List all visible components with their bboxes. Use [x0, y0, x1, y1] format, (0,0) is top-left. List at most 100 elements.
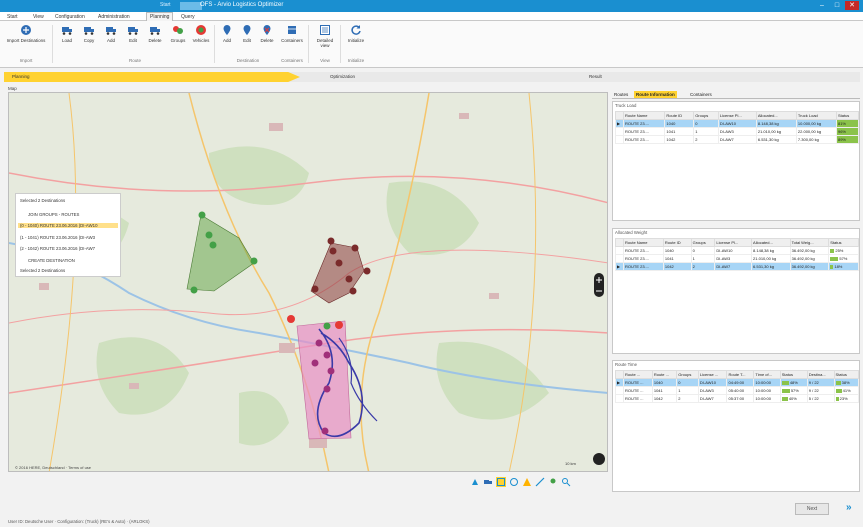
- workflow-bar: Planning Optimization Result: [4, 72, 860, 82]
- select-circle-icon[interactable]: [509, 477, 519, 487]
- marker-icon[interactable]: [548, 477, 558, 487]
- double-chevron-right-icon[interactable]: »: [846, 502, 852, 513]
- workflow-step-result[interactable]: Result: [589, 74, 602, 79]
- initialize-button[interactable]: Initialize: [344, 24, 368, 43]
- menu-query[interactable]: Query: [178, 13, 198, 21]
- truck-copy-icon: [84, 27, 94, 35]
- table-row[interactable]: ROUTE ... 1042 2 DI-AW7 05:37:00 10:00:00 40%…: [615, 394, 860, 403]
- status-bar-footer: User ID: Deutsche User · Configuration: …: [8, 519, 150, 524]
- destination-delete-button[interactable]: Delete: [258, 24, 276, 43]
- map-canvas[interactable]: [9, 93, 608, 472]
- route-groups-button[interactable]: Groups: [168, 24, 188, 43]
- destination-add-button[interactable]: Add: [218, 24, 236, 43]
- route-copy-button[interactable]: Copy: [80, 24, 98, 43]
- truck-load-icon: [62, 27, 72, 35]
- table-row[interactable]: ▶ ROUTE ... 1040 0 DI-AW10 04:49:00 10:00:00 4…: [615, 378, 860, 387]
- legend-route-0[interactable]: (0 - 1040) ROUTE 23.06.2016 (DI-AW10: [18, 223, 118, 228]
- route-vehicles-button[interactable]: Vehicles: [190, 24, 212, 43]
- table-row[interactable]: ROUTE 23.... 1040 0 DI-AW10 8.148,38 kg 36.49…: [615, 246, 859, 255]
- menu-start[interactable]: Start: [4, 13, 21, 21]
- table-row[interactable]: ROUTE 23.... 1042 2 DI-AW7 6.531,30 kg 7.300,…: [615, 135, 860, 144]
- pointer-icon[interactable]: [470, 477, 480, 487]
- truck-add-icon: [106, 27, 116, 35]
- menu-view[interactable]: View: [30, 13, 47, 21]
- table-row[interactable]: ▶ ROUTE 23.... 1042 2 DI-AW7 6.531,30 kg 36.49…: [615, 262, 859, 271]
- legend-route-1[interactable]: (1 - 1041) ROUTE 23.06.2016 (DI-AW3: [20, 235, 95, 240]
- group-label-containers: Containers: [281, 58, 303, 63]
- panel-tabs: Routes Route Information Containers: [612, 90, 860, 99]
- tab-route-information[interactable]: Route Information: [634, 91, 677, 98]
- menu-planning[interactable]: Planning: [146, 12, 174, 21]
- legend-header-join: JOIN GROUPS - ROUTES: [28, 212, 80, 217]
- table-row[interactable]: ROUTE ... 1041 1 DI-AW3 05:40:00 10:00:00 57%…: [615, 386, 860, 395]
- tab-routes[interactable]: Routes: [612, 91, 630, 98]
- allocated-weight-title: Allocated Weight: [615, 230, 648, 235]
- tab-containers[interactable]: Containers: [688, 91, 714, 98]
- destination-delete-icon: [263, 25, 271, 35]
- map-view[interactable]: Selected 2 Destinations JOIN GROUPS - RO…: [8, 92, 608, 472]
- legend-route-2[interactable]: (2 - 1042) ROUTE 23.06.2016 (DI-AW7: [20, 246, 95, 251]
- legend-row-selected-2[interactable]: Selected 2 Destinations: [20, 268, 65, 273]
- map-toolbar: [470, 477, 610, 489]
- search-icon[interactable]: [561, 477, 571, 487]
- group-separator: [52, 25, 53, 63]
- allocated-weight-section: Allocated Weight Route Name Route ID Gro…: [612, 228, 860, 354]
- status-bar: [830, 248, 835, 253]
- detailed-view-button[interactable]: Detailed view: [312, 24, 338, 48]
- menu-administration[interactable]: Administration: [95, 13, 133, 21]
- legend-row-selected[interactable]: Selected 2 Destinations: [20, 198, 65, 203]
- close-button[interactable]: ✕: [845, 1, 859, 10]
- group-label-destination: Destination: [236, 58, 260, 63]
- title-bar: Start OFS - Arvio Logistics Optimizer – …: [0, 0, 863, 12]
- group-separator: [214, 25, 215, 63]
- workflow-step-optimization[interactable]: Optimization: [330, 74, 355, 79]
- maximize-button[interactable]: □: [830, 1, 844, 10]
- truck-load-section: Truck Load Route Name Route ID Groups Li…: [612, 101, 860, 221]
- warning-icon[interactable]: [522, 477, 532, 487]
- import-icon: [21, 25, 31, 35]
- status-bar: [830, 256, 839, 261]
- group-label-initialize: Initialize: [347, 58, 365, 63]
- containers-icon: [288, 26, 296, 34]
- table-row[interactable]: ▶ ROUTE 23.... 1040 0 DI-AW10 8.148,38 kg 10.0…: [615, 119, 860, 128]
- groups-icon: [173, 26, 183, 34]
- group-separator: [340, 25, 341, 63]
- quick-access-toolbar[interactable]: [180, 2, 202, 10]
- table-row[interactable]: ROUTE 23.... 1041 1 DI-AW3 21.010,00 kg 36.49…: [615, 254, 859, 263]
- group-label-import: Import: [19, 58, 33, 63]
- route-legend-popup: Selected 2 Destinations JOIN GROUPS - RO…: [15, 193, 121, 277]
- status-bar: [835, 380, 841, 385]
- route-load-button[interactable]: Load: [58, 24, 76, 43]
- route-time-section: Route Time Route ... Route ... Groups Li…: [612, 360, 860, 492]
- group-separator: [308, 25, 309, 63]
- status-bar: [835, 396, 839, 401]
- route-time-title: Route Time: [615, 362, 637, 367]
- truck-icon[interactable]: [483, 477, 493, 487]
- route-delete-button[interactable]: Delete: [146, 24, 164, 43]
- allocated-weight-table: Route Name Route ID Groups License Pl...…: [615, 238, 859, 271]
- map-copyright: © 2016 HERE, Deutschland · Terms of use: [15, 465, 92, 470]
- select-rect-icon[interactable]: [496, 477, 506, 487]
- window-controls: – □ ✕: [815, 1, 859, 10]
- next-button[interactable]: Next: [795, 503, 829, 515]
- workflow-step-active[interactable]: [4, 72, 300, 82]
- workflow-step-planning[interactable]: Planning: [12, 74, 30, 79]
- destination-edit-button[interactable]: Edit: [238, 24, 256, 43]
- route-edit-button[interactable]: Edit: [124, 24, 142, 43]
- containers-button[interactable]: Containers: [278, 24, 306, 43]
- minimize-button[interactable]: –: [815, 1, 829, 10]
- initialize-icon: [351, 25, 361, 35]
- import-destinations-button[interactable]: Import Destinations: [4, 24, 48, 43]
- quick-access-label[interactable]: Start: [160, 2, 171, 8]
- route-line-icon[interactable]: [535, 477, 545, 487]
- status-bar: [781, 380, 789, 385]
- group-label-route: Route: [128, 58, 141, 63]
- route-add-button[interactable]: Add: [102, 24, 120, 43]
- table-row[interactable]: ROUTE 23.... 1041 1 DI-AW3 21.010,00 kg 22.00…: [615, 127, 860, 136]
- destination-add-icon: [223, 25, 231, 35]
- detailed-view-icon: [320, 25, 330, 35]
- route-time-table: Route ... Route ... Groups License ... R…: [615, 370, 860, 403]
- menu-configuration[interactable]: Configuration: [52, 13, 88, 21]
- window-title: OFS - Arvio Logistics Optimizer: [200, 2, 284, 8]
- legend-header-create: CREATE DESTINATION: [28, 258, 75, 263]
